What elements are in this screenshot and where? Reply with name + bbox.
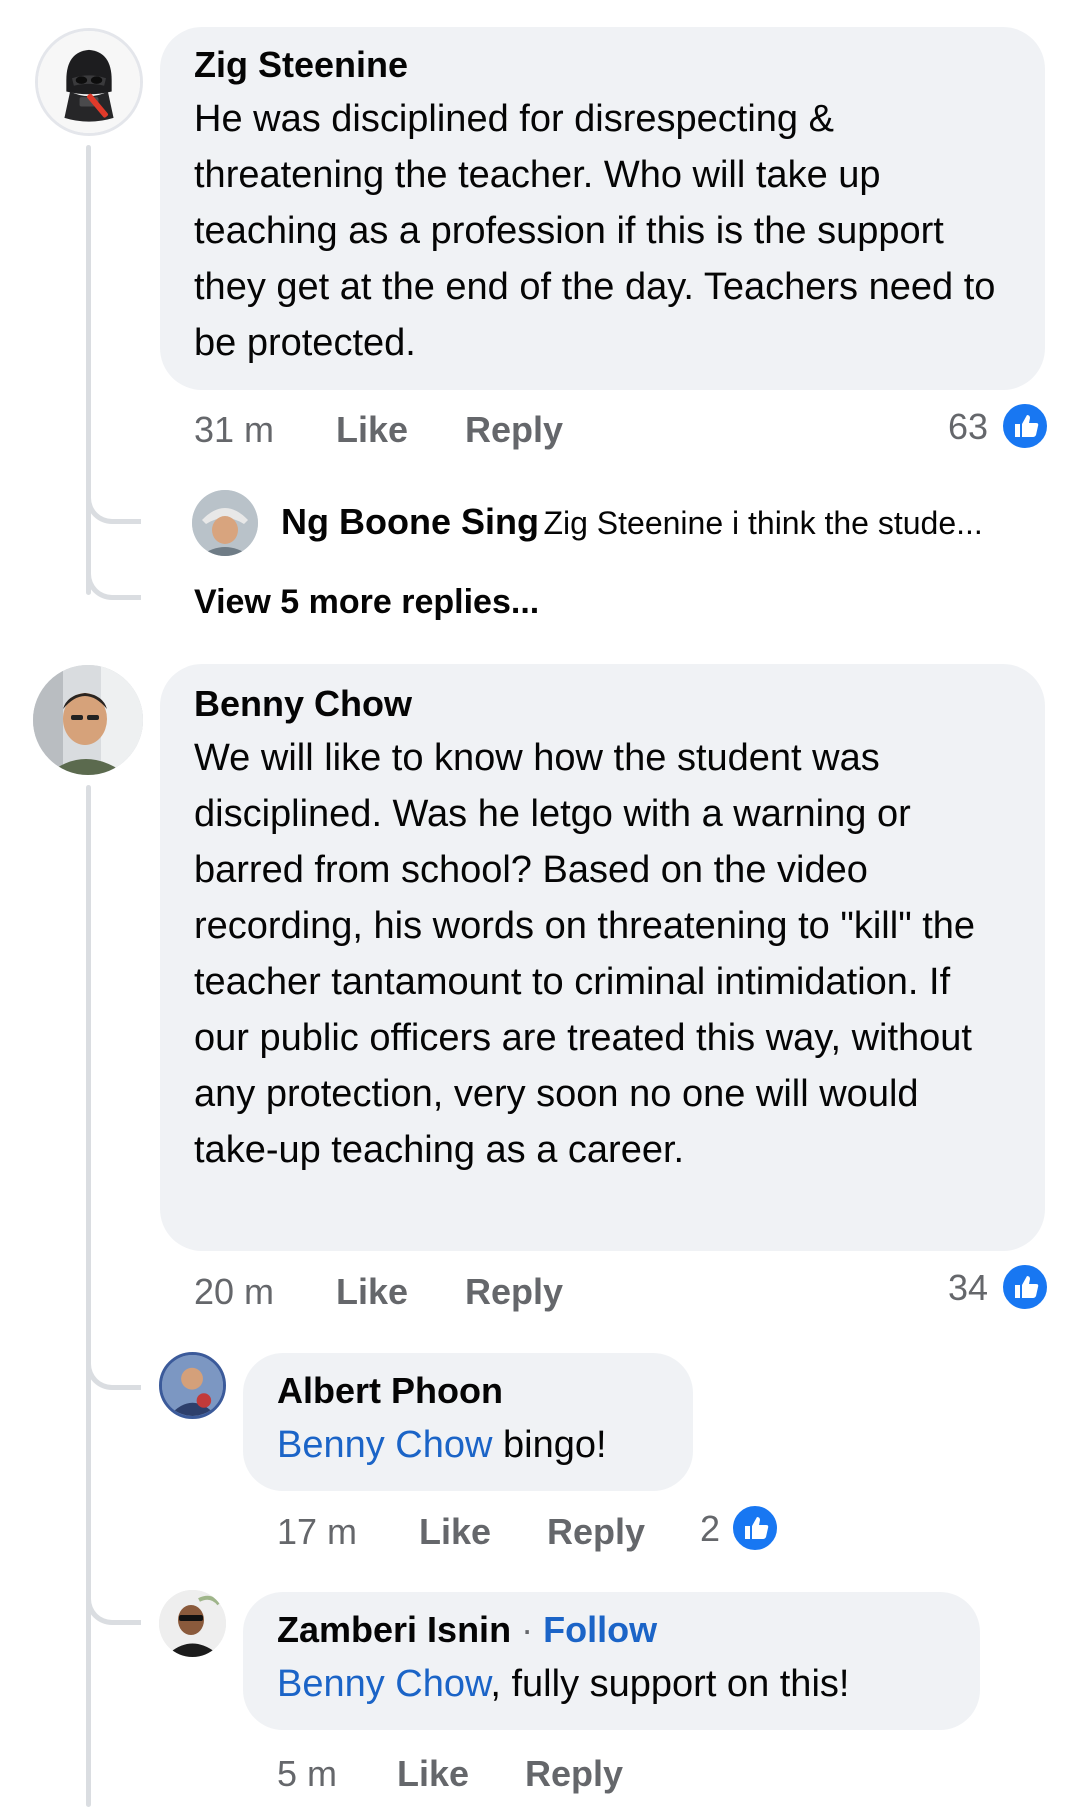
reaction-count[interactable]: 2 [700,1507,720,1551]
reaction-count[interactable]: 63 [948,405,988,449]
reply-bubble: Zamberi Isnin · Follow Benny Chow, fully… [243,1592,980,1730]
thread-curve-1a [86,470,141,524]
reply-body: bingo! [492,1424,607,1466]
thread-curve-1b [86,548,141,600]
reply-button[interactable]: Reply [465,1270,563,1314]
reaction-count[interactable]: 34 [948,1266,988,1310]
reply-timestamp[interactable]: 5 m [277,1752,337,1796]
reply-author[interactable]: Albert Phoon [277,1369,659,1413]
like-button[interactable]: Like [336,408,408,452]
avatar[interactable] [192,490,258,556]
thumbs-up-icon[interactable] [1000,1262,1050,1312]
thread-line-1 [86,145,91,595]
thread-line-2 [86,785,91,1807]
comment-timestamp[interactable]: 31 m [194,408,274,452]
darth-vader-figure-avatar-icon [38,31,140,133]
like-button[interactable]: Like [336,1270,408,1314]
reply-preview[interactable]: Ng Boone Sing Zig Steenine i think the s… [281,500,1041,548]
reply-button[interactable]: Reply [547,1510,645,1554]
person-photo-avatar-icon [162,1355,223,1416]
avatar[interactable] [159,1590,226,1657]
comment-bubble: Zig Steenine He was disciplined for disr… [160,27,1045,390]
thread-curve-2b [86,1570,141,1625]
mention-link[interactable]: Benny Chow [277,1663,490,1705]
mention-link[interactable]: Benny Chow [277,1424,492,1466]
reply-timestamp[interactable]: 17 m [277,1510,357,1554]
comment-text: We will like to know how the student was… [194,737,976,1171]
thumbs-up-icon[interactable] [730,1503,780,1553]
thumbs-up-icon[interactable] [1000,401,1050,451]
comment-text: He was disciplined for disrespecting & t… [194,98,996,364]
avatar[interactable] [33,665,143,775]
reply-text: Benny Chow, fully support on this! [277,1656,946,1712]
separator-dot: · [521,1609,534,1650]
comment-timestamp[interactable]: 20 m [194,1270,274,1314]
avatar[interactable] [35,28,143,136]
like-button[interactable]: Like [419,1510,491,1554]
avatar[interactable] [159,1352,226,1419]
reply-preview-author[interactable]: Ng Boone Sing [281,501,539,542]
reply-author[interactable]: Zamberi Isnin [277,1609,511,1650]
comment-author[interactable]: Benny Chow [194,682,1011,726]
reply-preview-snippet: Zig Steenine i think the stude... [543,505,983,541]
reply-author-row: Zamberi Isnin · Follow [277,1608,946,1652]
like-button[interactable]: Like [397,1752,469,1796]
view-more-replies-link[interactable]: View 5 more replies... [194,580,539,624]
reply-bubble: Albert Phoon Benny Chow bingo! [243,1353,693,1491]
comment-author[interactable]: Zig Steenine [194,43,1011,87]
person-photo-avatar-icon [192,490,258,556]
person-photo-avatar-icon [33,665,143,775]
reply-text: Benny Chow bingo! [277,1417,659,1473]
follow-button[interactable]: Follow [543,1609,657,1650]
reply-button[interactable]: Reply [465,408,563,452]
thread-curve-2a [86,1335,141,1390]
reply-button[interactable]: Reply [525,1752,623,1796]
person-photo-avatar-icon [159,1590,226,1657]
comment-bubble: Benny Chow We will like to know how the … [160,664,1045,1251]
reply-body: , fully support on this! [490,1663,850,1705]
